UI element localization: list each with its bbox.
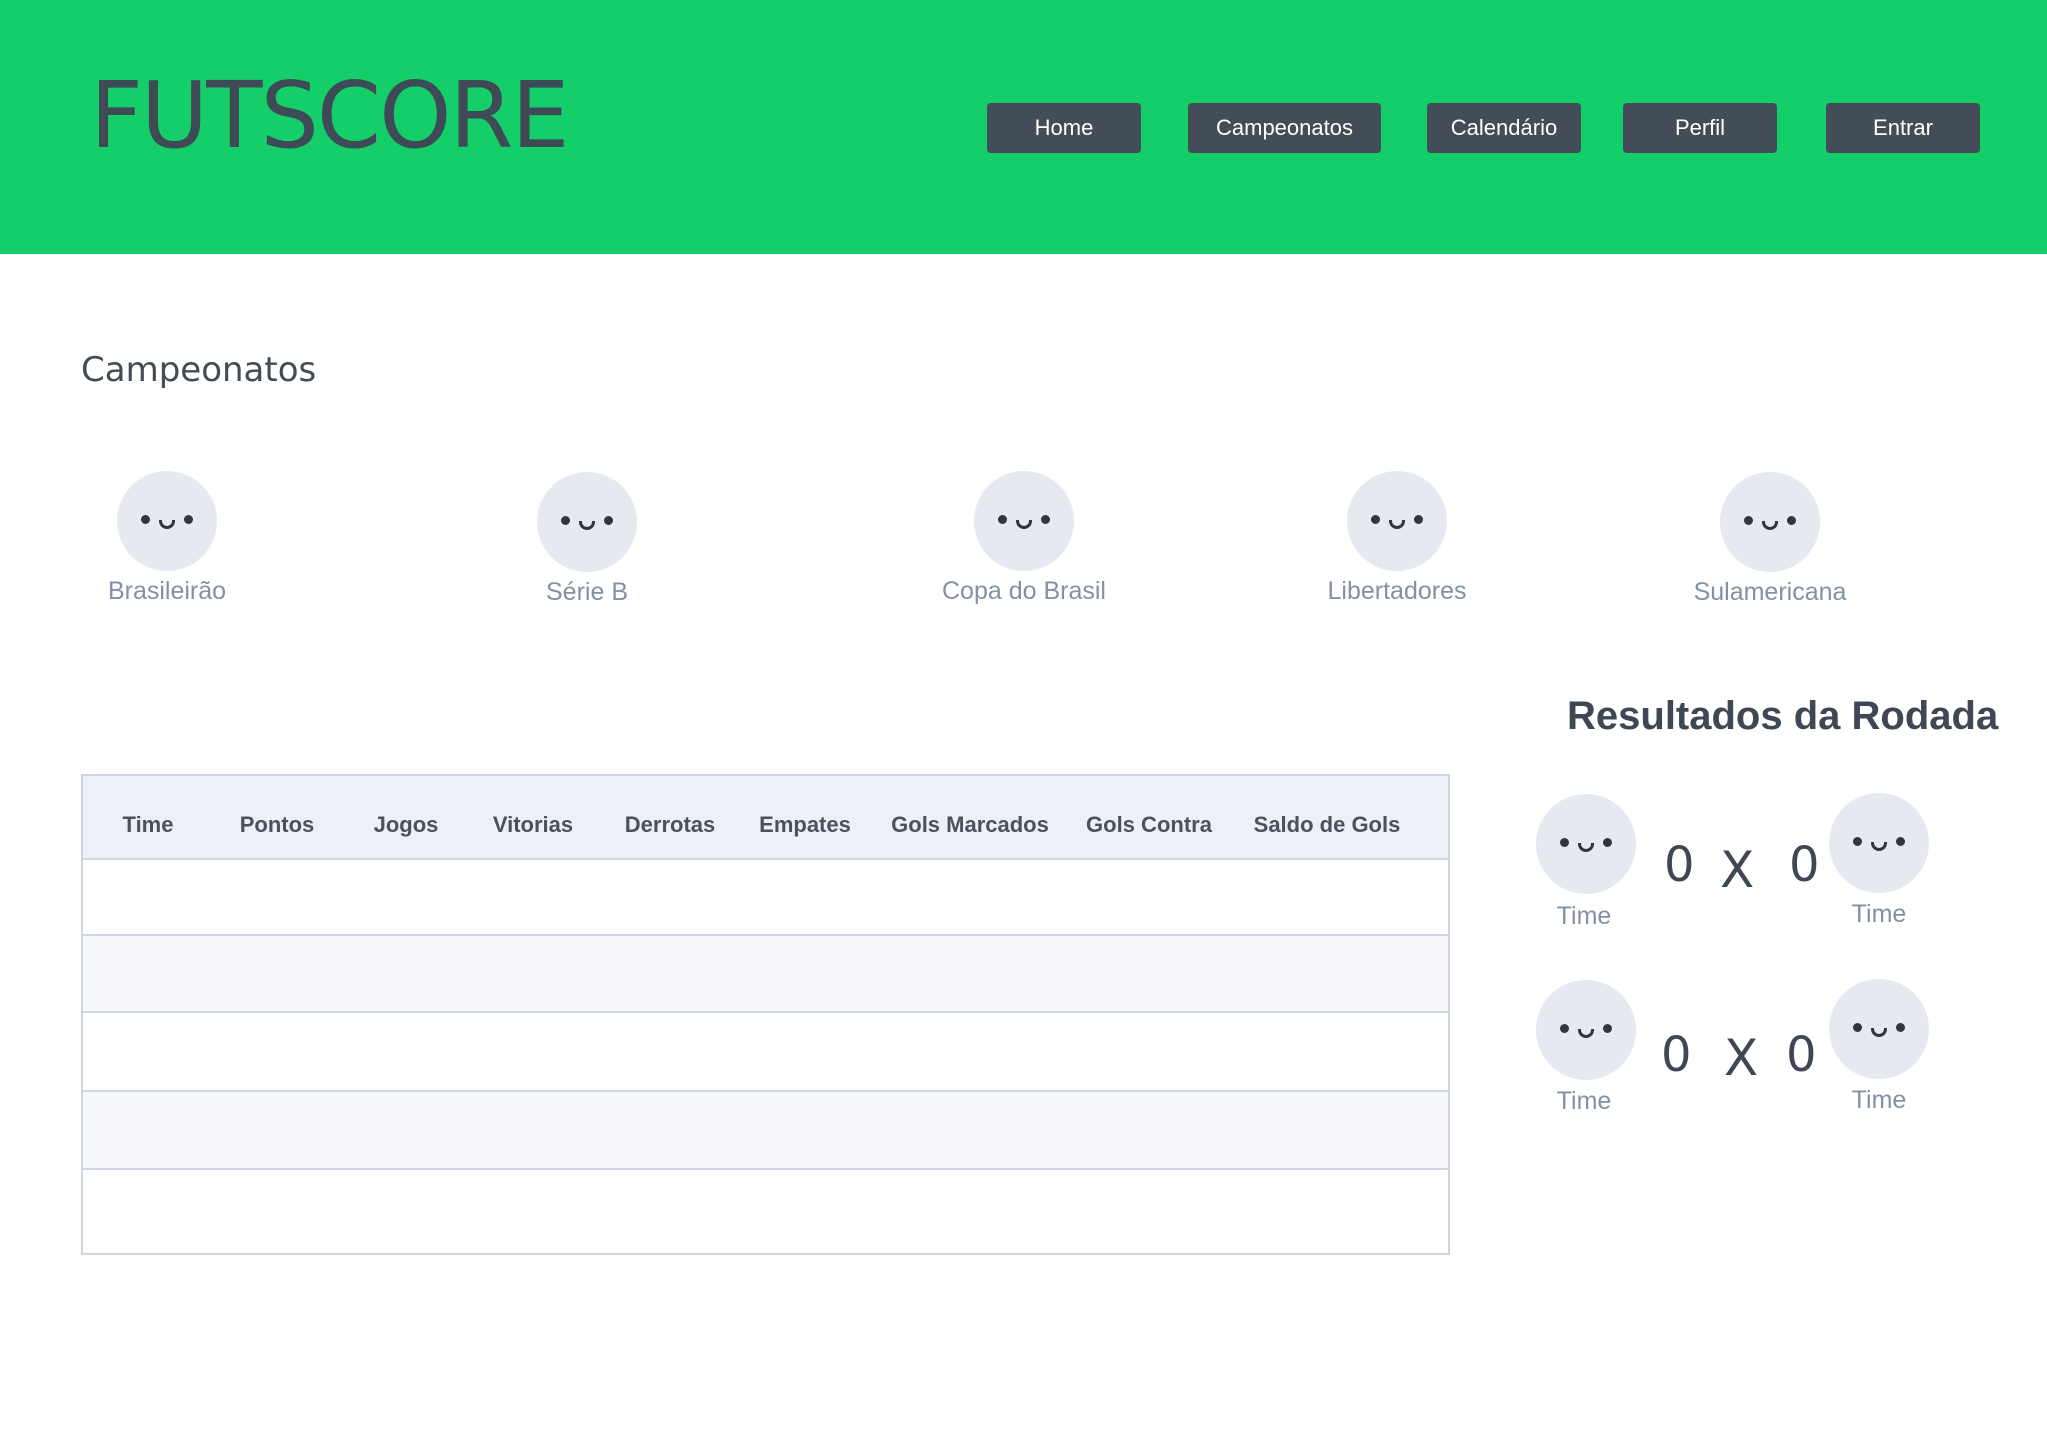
table-header: Time Pontos Jogos Vitorias Derrotas Empa… — [83, 776, 1448, 860]
logo[interactable]: FUTSCORE — [90, 70, 570, 162]
nav-campeonatos-button[interactable]: Campeonatos — [1188, 103, 1381, 153]
column-header-gols-marcados[interactable]: Gols Marcados — [891, 812, 1049, 838]
championship-label: Série B — [546, 578, 628, 606]
column-header-gols-contra[interactable]: Gols Contra — [1086, 812, 1212, 838]
away-score: 0 — [1789, 837, 1820, 893]
championship-label: Libertadores — [1327, 577, 1467, 605]
versus-separator: X — [1720, 841, 1755, 899]
championship-label: Sulamericana — [1693, 578, 1847, 606]
face-avatar-icon — [1347, 471, 1447, 571]
away-team-label: Time — [1851, 900, 1907, 928]
column-header-time[interactable]: Time — [123, 812, 174, 838]
face-avatar-icon — [1720, 472, 1820, 572]
table-row[interactable] — [83, 860, 1448, 936]
nav-entrar-button[interactable]: Entrar — [1826, 103, 1980, 153]
header-bar: FUTSCORE Home Campeonatos Calendário Per… — [0, 0, 2047, 254]
home-team-label: Time — [1556, 902, 1612, 930]
nav-perfil-button[interactable]: Perfil — [1623, 103, 1777, 153]
column-header-jogos[interactable]: Jogos — [374, 812, 439, 838]
column-header-vitorias[interactable]: Vitorias — [493, 812, 573, 838]
championships-title: Campeonatos — [81, 350, 317, 390]
versus-separator: X — [1724, 1029, 1759, 1087]
table-row[interactable] — [83, 1092, 1448, 1170]
face-avatar-icon — [117, 471, 217, 571]
face-avatar-icon — [1536, 980, 1636, 1080]
face-avatar-icon — [537, 472, 637, 572]
face-avatar-icon — [974, 471, 1074, 571]
standings-table: Time Pontos Jogos Vitorias Derrotas Empa… — [81, 774, 1450, 1255]
face-avatar-icon — [1829, 979, 1929, 1079]
table-row[interactable] — [83, 1170, 1448, 1253]
face-avatar-icon — [1829, 793, 1929, 893]
table-row[interactable] — [83, 1013, 1448, 1092]
column-header-derrotas[interactable]: Derrotas — [625, 812, 715, 838]
nav-calendario-button[interactable]: Calendário — [1427, 103, 1581, 153]
page: FUTSCORE Home Campeonatos Calendário Per… — [0, 0, 2047, 1455]
home-team-label: Time — [1556, 1087, 1612, 1115]
table-row[interactable] — [83, 936, 1448, 1013]
face-avatar-icon — [1536, 794, 1636, 894]
home-score: 0 — [1664, 837, 1695, 893]
championship-label: Copa do Brasil — [942, 577, 1106, 605]
column-header-pontos[interactable]: Pontos — [240, 812, 315, 838]
home-score: 0 — [1661, 1027, 1692, 1083]
away-score: 0 — [1786, 1027, 1817, 1083]
nav-home-button[interactable]: Home — [987, 103, 1141, 153]
column-header-saldo-de-gols[interactable]: Saldo de Gols — [1254, 812, 1401, 838]
away-team-label: Time — [1851, 1086, 1907, 1114]
column-header-empates[interactable]: Empates — [759, 812, 851, 838]
championship-label: Brasileirão — [107, 577, 227, 605]
results-title: Resultados da Rodada — [1567, 694, 1999, 738]
